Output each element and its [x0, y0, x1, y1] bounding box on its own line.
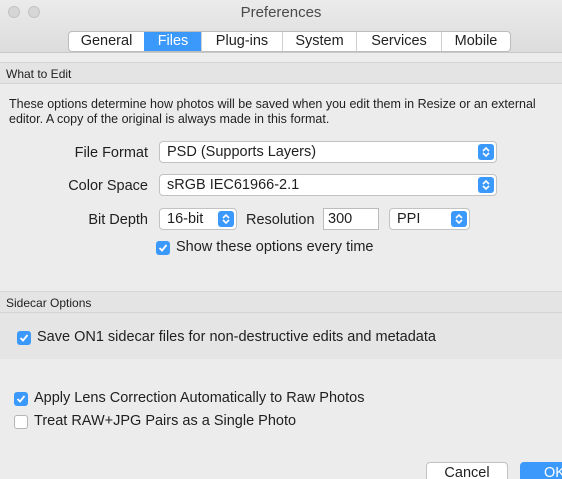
ok-button[interactable]: OK: [520, 462, 562, 479]
resolution-unit-select[interactable]: PPI: [389, 208, 470, 230]
chevron-up-down-icon: [218, 211, 234, 227]
resolution-input[interactable]: 300: [323, 208, 379, 230]
file-format-select[interactable]: PSD (Supports Layers): [159, 141, 497, 163]
lens-correction-checkbox[interactable]: [14, 392, 28, 406]
lens-correction-label: Apply Lens Correction Automatically to R…: [34, 390, 365, 406]
checkmark-icon: [19, 334, 29, 342]
preferences-tabs: General Files Plug-ins System Services M…: [68, 31, 511, 52]
raw-jpg-pairs-checkbox[interactable]: [14, 415, 28, 429]
chevron-up-down-icon: [478, 177, 494, 193]
tab-general[interactable]: General: [69, 32, 144, 51]
color-space-label: Color Space: [68, 178, 148, 194]
tab-plug-ins[interactable]: Plug-ins: [201, 32, 282, 51]
checkmark-icon: [16, 395, 26, 403]
file-format-label: File Format: [74, 145, 148, 161]
what-to-edit-description: These options determine how photos will …: [9, 97, 536, 126]
save-sidecar-label: Save ON1 sidecar files for non-destructi…: [37, 329, 436, 345]
sidecar-options-header: Sidecar Options: [0, 291, 562, 313]
chevron-up-down-icon: [451, 211, 467, 227]
bit-depth-label: Bit Depth: [88, 212, 148, 228]
tab-system[interactable]: System: [282, 32, 356, 51]
title-bar: Preferences General Files Plug-ins Syste…: [0, 0, 562, 53]
checkmark-icon: [158, 244, 168, 252]
raw-jpg-pairs-label: Treat RAW+JPG Pairs as a Single Photo: [34, 413, 297, 429]
tab-mobile[interactable]: Mobile: [441, 32, 510, 51]
save-sidecar-checkbox[interactable]: [17, 331, 31, 345]
window-title: Preferences: [240, 4, 322, 21]
preferences-window: Preferences General Files Plug-ins Syste…: [0, 0, 562, 479]
show-options-label: Show these options every time: [176, 239, 374, 255]
color-space-select[interactable]: sRGB IEC61966-2.1: [159, 174, 497, 196]
what-to-edit-header: What to Edit: [0, 62, 562, 84]
tab-files[interactable]: Files: [144, 32, 201, 51]
chevron-up-down-icon: [478, 144, 494, 160]
tab-services[interactable]: Services: [356, 32, 441, 51]
resolution-label: Resolution: [246, 212, 315, 228]
bit-depth-select[interactable]: 16-bit: [159, 208, 237, 230]
cancel-button[interactable]: Cancel: [426, 462, 508, 479]
show-options-checkbox[interactable]: [156, 241, 170, 255]
